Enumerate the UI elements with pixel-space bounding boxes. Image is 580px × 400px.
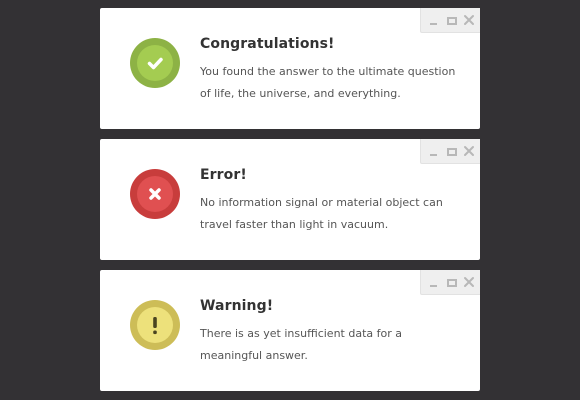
exclamation-icon — [153, 317, 157, 335]
checkmark-icon — [147, 57, 163, 70]
window-controls — [420, 270, 480, 295]
notification-title: Congratulations! — [200, 36, 335, 52]
minimize-icon[interactable] — [428, 276, 440, 288]
maximize-icon[interactable] — [446, 14, 458, 26]
notification-success: Congratulations! You found the answer to… — [100, 8, 480, 129]
notification-message: You found the answer to the ultimate que… — [200, 65, 456, 100]
close-icon[interactable] — [463, 14, 475, 26]
minimize-icon[interactable] — [428, 14, 440, 26]
window-controls — [420, 139, 480, 164]
notification-title: Error! — [200, 167, 247, 183]
minimize-icon[interactable] — [428, 145, 440, 157]
status-badge — [130, 169, 180, 219]
maximize-icon[interactable] — [446, 145, 458, 157]
status-badge — [130, 38, 180, 88]
notification-title: Warning! — [200, 298, 274, 314]
notification-error: Error! No information signal or material… — [100, 139, 480, 260]
maximize-icon[interactable] — [446, 276, 458, 288]
close-icon[interactable] — [463, 145, 475, 157]
notification-message: No information signal or material object… — [200, 196, 443, 231]
window-controls — [420, 8, 480, 33]
notification-message: There is as yet insufficient data for a … — [200, 327, 402, 362]
status-badge — [130, 300, 180, 350]
x-icon — [149, 188, 161, 200]
close-icon[interactable] — [463, 276, 475, 288]
notification-warning: Warning! There is as yet insufficient da… — [100, 270, 480, 391]
